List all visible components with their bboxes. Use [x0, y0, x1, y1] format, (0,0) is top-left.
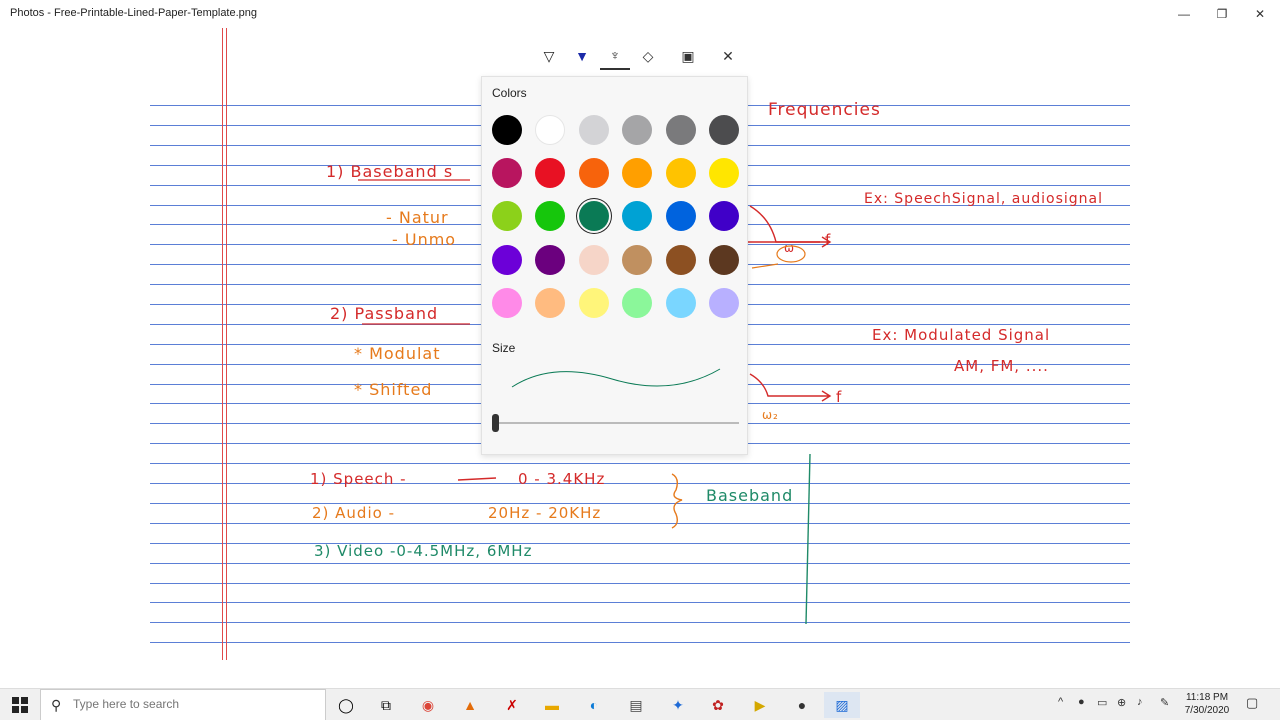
- clock-time: 11:18 PM: [1185, 692, 1229, 703]
- search-icon: ⚲: [51, 697, 62, 713]
- photos-app-icon[interactable]: ▨: [824, 692, 860, 718]
- window-title: Photos - Free-Printable-Lined-Paper-Temp…: [10, 7, 258, 19]
- pen-workspace-icon[interactable]: ✎: [1160, 696, 1169, 709]
- pdf-reader-icon[interactable]: ✗: [494, 692, 530, 718]
- close-icon[interactable]: ✕: [713, 42, 743, 70]
- start-button[interactable]: [0, 689, 40, 720]
- color-swatch[interactable]: [665, 244, 696, 275]
- file-explorer-icon[interactable]: ▬: [534, 692, 570, 718]
- clock-date: 7/30/2020: [1184, 705, 1230, 716]
- color-swatch[interactable]: [578, 287, 609, 318]
- color-swatch[interactable]: [622, 287, 653, 318]
- color-swatch[interactable]: [492, 287, 522, 318]
- save-copy-icon[interactable]: ▣: [673, 42, 703, 70]
- color-swatch[interactable]: [535, 201, 566, 232]
- color-swatch[interactable]: [535, 244, 566, 275]
- taskbar: ⚲ ◯ ⧉ ◉ ▲ ✗ ▬ ◐ ▤ ✦ ✿ ▶ ● ▨ ^ ● ▭ ⊕ ♪ ✎ …: [0, 688, 1280, 720]
- color-swatch[interactable]: [535, 287, 566, 318]
- color-swatch[interactable]: [709, 158, 739, 189]
- clock[interactable]: 11:18 PM 7/30/2020: [1182, 691, 1232, 717]
- color-swatch[interactable]: [665, 287, 696, 318]
- video-app-icon[interactable]: ▶: [742, 692, 778, 718]
- pencil-icon[interactable]: ▼: [567, 42, 597, 70]
- color-swatch[interactable]: [665, 115, 696, 145]
- colors-label: Colors: [492, 86, 527, 100]
- matlab-icon[interactable]: ▲: [452, 692, 488, 718]
- notifications-icon[interactable]: ▢: [1246, 695, 1258, 711]
- editor-icon[interactable]: ▤: [618, 692, 654, 718]
- color-swatch[interactable]: [492, 158, 522, 189]
- show-hidden-icons[interactable]: ^: [1058, 696, 1063, 708]
- taskbar-search[interactable]: ⚲: [40, 689, 326, 720]
- size-label: Size: [492, 341, 516, 355]
- color-swatch[interactable]: [578, 115, 609, 145]
- maximize-button[interactable]: ❐: [1202, 0, 1242, 28]
- battery-icon[interactable]: ▭: [1097, 696, 1107, 709]
- color-swatch[interactable]: [578, 201, 609, 232]
- cortana-icon[interactable]: ◯: [328, 692, 364, 718]
- photos-app: Photos - Free-Printable-Lined-Paper-Temp…: [0, 0, 1280, 720]
- chrome-icon[interactable]: ◉: [410, 692, 446, 718]
- color-swatch[interactable]: [535, 158, 566, 189]
- size-slider-track[interactable]: [496, 422, 739, 424]
- stroke-preview: [511, 368, 721, 388]
- close-window-button[interactable]: ✕: [1240, 0, 1280, 28]
- network-icon[interactable]: ⊕: [1117, 696, 1126, 709]
- task-view-icon[interactable]: ⧉: [368, 692, 404, 718]
- eraser-icon[interactable]: ◇: [633, 42, 663, 70]
- color-swatch[interactable]: [622, 158, 653, 189]
- color-swatch[interactable]: [492, 244, 522, 275]
- color-swatch[interactable]: [578, 158, 609, 189]
- color-swatch[interactable]: [622, 244, 653, 275]
- media-player-icon[interactable]: ✿: [700, 692, 736, 718]
- color-swatch[interactable]: [709, 201, 739, 232]
- color-swatch[interactable]: [622, 115, 653, 145]
- color-swatch[interactable]: [709, 115, 739, 145]
- color-swatch[interactable]: [535, 115, 566, 145]
- ink-toolbar: ▽ ▼ ♆ ◇ ▣ ✕: [530, 40, 746, 72]
- ballpoint-pen-icon[interactable]: ▽: [534, 42, 564, 70]
- search-input[interactable]: [73, 697, 313, 711]
- color-swatch[interactable]: [578, 244, 609, 275]
- pen-settings-flyout: Colors Size: [481, 76, 748, 455]
- color-swatch[interactable]: [622, 201, 653, 232]
- windows-logo-icon: [12, 697, 28, 713]
- color-swatch[interactable]: [492, 115, 522, 145]
- color-swatch[interactable]: [709, 244, 739, 275]
- color-swatch[interactable]: [709, 287, 739, 318]
- size-slider-thumb[interactable]: [492, 414, 499, 432]
- title-bar: Photos - Free-Printable-Lined-Paper-Temp…: [0, 0, 1280, 28]
- microphone-icon[interactable]: ●: [1078, 696, 1085, 708]
- minimize-button[interactable]: —: [1164, 0, 1204, 28]
- obs-icon[interactable]: ●: [784, 692, 820, 718]
- color-swatch[interactable]: [492, 201, 522, 232]
- volume-icon[interactable]: ♪: [1137, 696, 1143, 708]
- app-icon[interactable]: ✦: [660, 692, 696, 718]
- color-swatch[interactable]: [665, 158, 696, 189]
- color-swatch[interactable]: [665, 201, 696, 232]
- edge-icon[interactable]: ◐: [576, 692, 612, 718]
- calligraphy-pen-icon[interactable]: ♆: [600, 42, 630, 70]
